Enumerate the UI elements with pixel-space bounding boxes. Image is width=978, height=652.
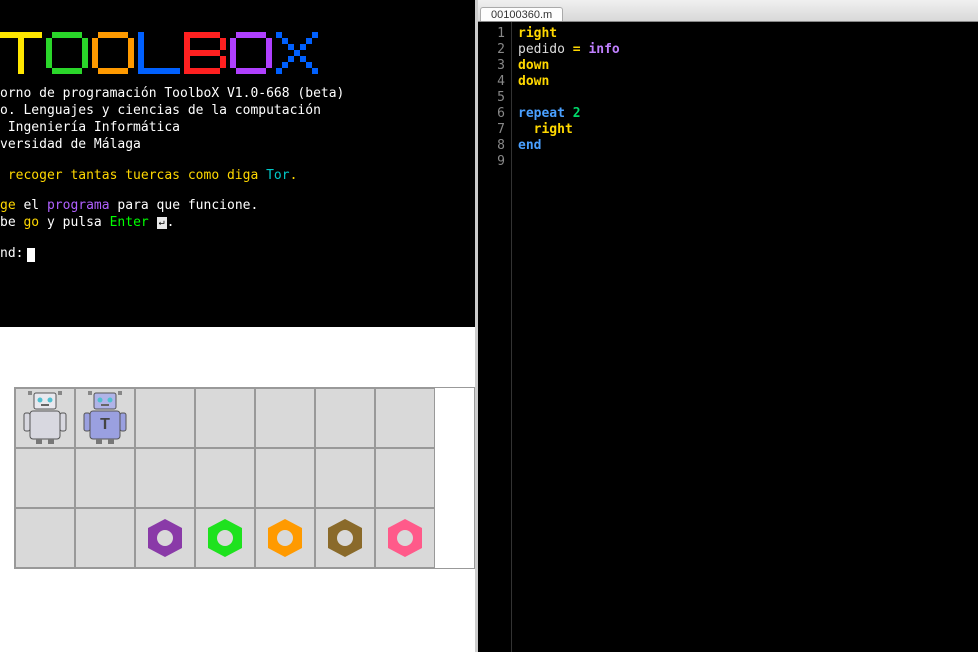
grid-cell	[75, 508, 135, 568]
grid-cell	[195, 388, 255, 448]
line-gutter: 123456789	[478, 22, 512, 652]
code-line[interactable]: pedido = info	[518, 42, 978, 58]
line-number: 4	[478, 74, 505, 90]
game-grid: T	[14, 387, 475, 569]
left-panel: orno de programación ToolboX V1.0-668 (b…	[0, 0, 475, 652]
enter-key-icon: ↵	[157, 217, 167, 229]
grid-cell	[255, 448, 315, 508]
code-editor[interactable]: 123456789 rightpedido = infodowndownrepe…	[478, 22, 978, 652]
grid-cell	[375, 448, 435, 508]
grid-cell	[75, 448, 135, 508]
logo-letter-T	[0, 32, 42, 74]
grid-cell	[315, 388, 375, 448]
grid-cell	[375, 388, 435, 448]
grid-cell	[15, 508, 75, 568]
code-body[interactable]: rightpedido = infodowndownrepeat 2 right…	[512, 22, 978, 652]
line-number: 5	[478, 90, 505, 106]
command-prompt[interactable]: nd:	[0, 246, 475, 263]
editor-panel: 00100360.m 123456789 rightpedido = infod…	[478, 0, 978, 652]
nut-icon	[324, 517, 366, 559]
info-line-2: o. Lenguajes y ciencias de la computació…	[0, 103, 475, 120]
code-line[interactable]: repeat 2	[518, 106, 978, 122]
help1-a: ge	[0, 198, 16, 213]
line-number: 1	[478, 26, 505, 42]
grid-cell	[315, 508, 375, 568]
prompt-label: nd:	[0, 246, 23, 263]
tab-bar: 00100360.m	[478, 0, 978, 22]
grid-cell	[255, 388, 315, 448]
help-block: ge el programa para que funcione. be go …	[0, 198, 475, 232]
logo-letter-O	[92, 32, 134, 74]
grid-cell	[255, 508, 315, 568]
terminal: orno de programación ToolboX V1.0-668 (b…	[0, 0, 475, 327]
help1-d: para que funcione.	[110, 198, 259, 213]
svg-text:T: T	[100, 416, 110, 433]
line-number: 7	[478, 122, 505, 138]
grid-cell	[195, 508, 255, 568]
logo-letter-X	[276, 32, 318, 74]
robot-tor-icon: T	[80, 391, 130, 445]
grid-cell	[195, 448, 255, 508]
code-line[interactable]: right	[518, 26, 978, 42]
grid-cell	[135, 508, 195, 568]
logo-letter-B	[184, 32, 226, 74]
robot-gray-icon	[20, 391, 70, 445]
code-line[interactable]: end	[518, 138, 978, 154]
code-line[interactable]	[518, 154, 978, 170]
code-line[interactable]: down	[518, 74, 978, 90]
task-target: Tor	[266, 168, 289, 183]
logo-letter-O	[46, 32, 88, 74]
task-suffix: .	[290, 168, 298, 183]
grid-cell	[375, 508, 435, 568]
logo-letter-O	[230, 32, 272, 74]
logo	[0, 4, 475, 74]
nut-icon	[264, 517, 306, 559]
help1-c: programa	[47, 198, 110, 213]
grid-cell: T	[75, 388, 135, 448]
logo-letter-L	[138, 32, 180, 74]
line-number: 6	[478, 106, 505, 122]
nut-icon	[384, 517, 426, 559]
task-prefix: recoger tantas tuercas como diga	[0, 168, 266, 183]
grid-cell	[15, 388, 75, 448]
nut-icon	[144, 517, 186, 559]
info-line-1: orno de programación ToolboX V1.0-668 (b…	[0, 86, 475, 103]
help2-c: y pulsa	[39, 215, 109, 230]
tab-file[interactable]: 00100360.m	[480, 7, 563, 21]
task-line: recoger tantas tuercas como diga Tor.	[0, 168, 475, 185]
help2-e: .	[167, 215, 175, 230]
nut-icon	[204, 517, 246, 559]
board-area: T	[0, 327, 475, 652]
grid-cell	[315, 448, 375, 508]
line-number: 3	[478, 58, 505, 74]
help2-d: Enter	[110, 215, 149, 230]
help1-b: el	[16, 198, 47, 213]
info-line-4: versidad de Málaga	[0, 137, 475, 154]
info-line-3: Ingeniería Informática	[0, 120, 475, 137]
line-number: 8	[478, 138, 505, 154]
grid-cell	[15, 448, 75, 508]
code-line[interactable]	[518, 90, 978, 106]
grid-cell	[135, 448, 195, 508]
help2-a: be	[0, 215, 23, 230]
info-block: orno de programación ToolboX V1.0-668 (b…	[0, 86, 475, 154]
line-number: 2	[478, 42, 505, 58]
code-line[interactable]: down	[518, 58, 978, 74]
grid-cell	[135, 388, 195, 448]
help2-b: go	[23, 215, 39, 230]
line-number: 9	[478, 154, 505, 170]
code-line[interactable]: right	[518, 122, 978, 138]
cursor-icon	[27, 248, 35, 262]
